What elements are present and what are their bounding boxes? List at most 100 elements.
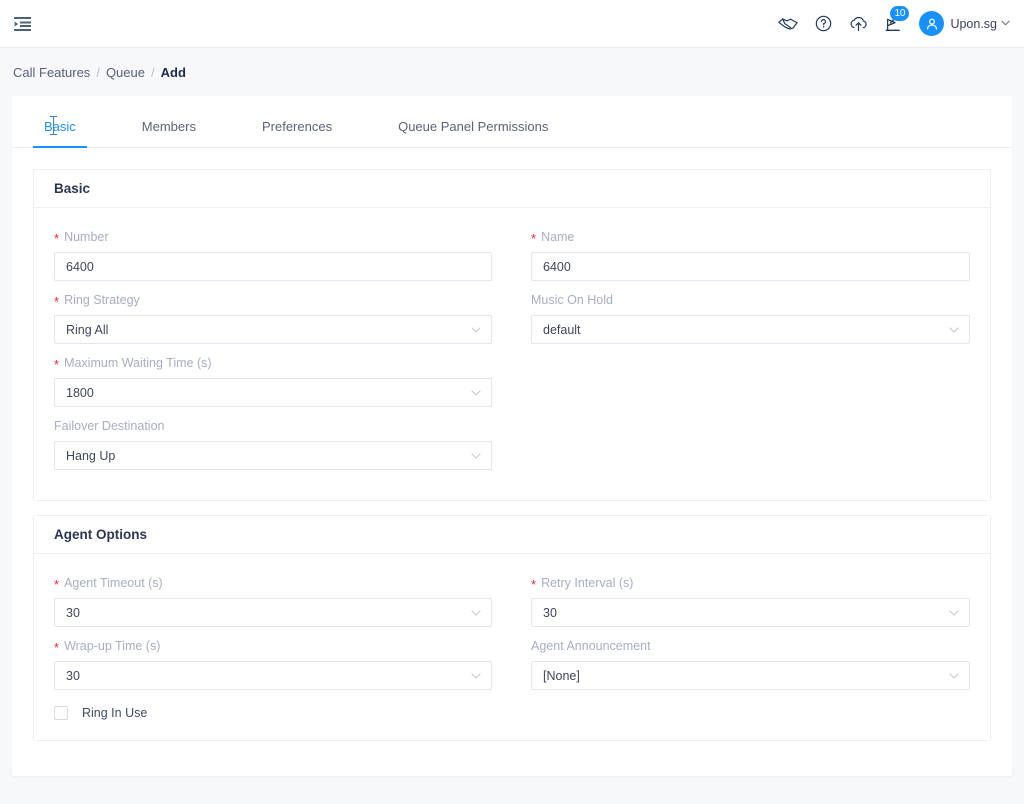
- menu-fold-icon[interactable]: [9, 11, 35, 37]
- required-mark: *: [54, 578, 59, 591]
- tab-bar: Basic Members Preferences Queue Panel Pe…: [12, 96, 1012, 148]
- tab-members-label: Members: [142, 119, 196, 134]
- ring-strategy-value: Ring All: [66, 323, 108, 337]
- wrap-up-time-value: 30: [66, 669, 80, 683]
- field-wrap-up-time: * Wrap-up Time (s) 30: [54, 637, 492, 690]
- field-ring-strategy-label: * Ring Strategy: [54, 291, 492, 308]
- chevron-down-icon: [949, 327, 959, 333]
- ring-in-use-checkbox[interactable]: Ring In Use: [54, 706, 492, 720]
- label-text: Agent Announcement: [531, 639, 651, 653]
- tab-queue-panel-permissions-label: Queue Panel Permissions: [398, 119, 548, 134]
- breadcrumb-item-call-features[interactable]: Call Features: [13, 65, 90, 80]
- field-music-on-hold: Music On Hold default: [531, 291, 970, 344]
- name-input[interactable]: 6400: [531, 252, 970, 281]
- label-text: Number: [64, 230, 108, 244]
- maximum-waiting-time-select[interactable]: 1800: [54, 378, 492, 407]
- field-ring-strategy: * Ring Strategy Ring All: [54, 291, 492, 344]
- field-agent-timeout: * Agent Timeout (s) 30: [54, 574, 492, 627]
- chevron-down-icon: [949, 673, 959, 679]
- chevron-down-icon: [1001, 18, 1010, 29]
- tab-basic-label: Basic: [44, 119, 76, 134]
- field-name: * Name 6400: [531, 228, 970, 281]
- required-mark: *: [54, 295, 59, 308]
- agent-options-panel: Agent Options * Agent Timeout (s) 30: [33, 515, 991, 741]
- retry-interval-value: 30: [543, 606, 557, 620]
- basic-panel-body: * Number 6400 * Ring Strategy: [34, 208, 990, 500]
- ring-in-use-label: Ring In Use: [82, 706, 147, 720]
- label-text: Wrap-up Time (s): [64, 639, 160, 653]
- field-number-label: * Number: [54, 228, 492, 245]
- label-text: Music On Hold: [531, 293, 613, 307]
- field-retry-interval: * Retry Interval (s) 30: [531, 574, 970, 627]
- tab-preferences[interactable]: Preferences: [251, 119, 343, 147]
- field-name-label: * Name: [531, 228, 970, 245]
- handshake-icon[interactable]: [777, 13, 799, 35]
- label-text: Failover Destination: [54, 419, 164, 433]
- basic-panel-title: Basic: [34, 170, 990, 208]
- ring-strategy-select[interactable]: Ring All: [54, 315, 492, 344]
- panels-container: Basic * Number 6400: [12, 148, 1012, 741]
- breadcrumb-separator: /: [96, 65, 100, 80]
- user-name: Upon.sg: [950, 17, 997, 31]
- label-text: Ring Strategy: [64, 293, 140, 307]
- field-failover-destination: Failover Destination Hang Up: [54, 417, 492, 470]
- required-mark: *: [531, 578, 536, 591]
- field-number: * Number 6400: [54, 228, 492, 281]
- agent-options-panel-title: Agent Options: [34, 516, 990, 554]
- music-on-hold-value: default: [543, 323, 581, 337]
- text-cursor: [53, 116, 54, 135]
- avatar: [919, 11, 944, 36]
- top-bar: 10 Upon.sg: [0, 0, 1024, 48]
- number-input[interactable]: 6400: [54, 252, 492, 281]
- agent-announcement-value: [None]: [543, 669, 580, 683]
- agent-timeout-select[interactable]: 30: [54, 598, 492, 627]
- cloud-upload-icon[interactable]: [847, 13, 869, 35]
- basic-panel: Basic * Number 6400: [33, 169, 991, 501]
- basic-right-column: * Name 6400 Music On Hold default: [512, 228, 970, 480]
- help-circle-icon[interactable]: [812, 13, 834, 35]
- wrap-up-time-select[interactable]: 30: [54, 661, 492, 690]
- tab-members[interactable]: Members: [131, 119, 207, 147]
- field-music-on-hold-label: Music On Hold: [531, 291, 970, 308]
- required-mark: *: [54, 641, 59, 654]
- required-mark: *: [54, 232, 59, 245]
- notification-icon[interactable]: 10: [882, 13, 904, 35]
- retry-interval-select[interactable]: 30: [531, 598, 970, 627]
- chevron-down-icon: [949, 610, 959, 616]
- label-text: Retry Interval (s): [541, 576, 633, 590]
- agent-options-panel-body: * Agent Timeout (s) 30 *: [34, 554, 990, 740]
- field-agent-announcement-label: Agent Announcement: [531, 637, 970, 654]
- label-text: Agent Timeout (s): [64, 576, 163, 590]
- topbar-actions: 10 Upon.sg: [777, 11, 1010, 36]
- breadcrumb: Call Features / Queue / Add: [0, 48, 1024, 96]
- field-retry-interval-label: * Retry Interval (s): [531, 574, 970, 591]
- agent-left-column: * Agent Timeout (s) 30 *: [54, 574, 512, 720]
- field-maximum-waiting-time-label: * Maximum Waiting Time (s): [54, 354, 492, 371]
- field-failover-destination-label: Failover Destination: [54, 417, 492, 434]
- number-input-value: 6400: [66, 260, 94, 274]
- user-menu[interactable]: Upon.sg: [919, 11, 1010, 36]
- notification-badge: 10: [890, 6, 909, 21]
- tab-preferences-label: Preferences: [262, 119, 332, 134]
- breadcrumb-separator: /: [151, 65, 155, 80]
- chevron-down-icon: [471, 327, 481, 333]
- field-wrap-up-time-label: * Wrap-up Time (s): [54, 637, 492, 654]
- field-agent-announcement: Agent Announcement [None]: [531, 637, 970, 690]
- content-card: Basic Members Preferences Queue Panel Pe…: [12, 96, 1012, 776]
- checkbox-box[interactable]: [54, 706, 68, 720]
- breadcrumb-item-queue[interactable]: Queue: [106, 65, 145, 80]
- maximum-waiting-time-value: 1800: [66, 386, 94, 400]
- tab-basic[interactable]: Basic: [33, 119, 87, 147]
- music-on-hold-select[interactable]: default: [531, 315, 970, 344]
- field-maximum-waiting-time: * Maximum Waiting Time (s) 1800: [54, 354, 492, 407]
- required-mark: *: [54, 358, 59, 371]
- agent-announcement-select[interactable]: [None]: [531, 661, 970, 690]
- required-mark: *: [531, 232, 536, 245]
- name-input-value: 6400: [543, 260, 571, 274]
- tab-queue-panel-permissions[interactable]: Queue Panel Permissions: [387, 119, 559, 147]
- chevron-down-icon: [471, 390, 481, 396]
- failover-destination-value: Hang Up: [66, 449, 115, 463]
- agent-timeout-value: 30: [66, 606, 80, 620]
- failover-destination-select[interactable]: Hang Up: [54, 441, 492, 470]
- field-agent-timeout-label: * Agent Timeout (s): [54, 574, 492, 591]
